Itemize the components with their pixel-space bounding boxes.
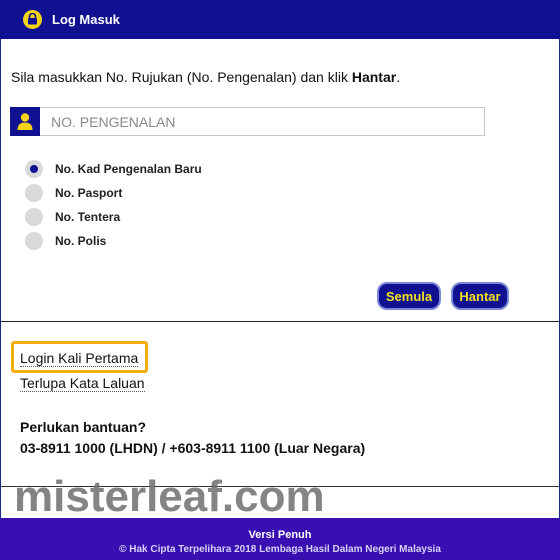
watermark-text: misterleaf.com: [14, 472, 325, 521]
radio-police[interactable]: No. Polis: [25, 232, 245, 256]
help-title: Perlukan bantuan?: [20, 419, 147, 435]
id-number-input[interactable]: [40, 107, 485, 136]
id-type-radio-group: No. Kad Pengenalan Baru No. Pasport No. …: [25, 160, 245, 256]
footer-bar: Versi Penuh © Hak Cipta Terpelihara 2018…: [0, 518, 560, 560]
radio-button-selected[interactable]: [25, 160, 43, 178]
page-title: Log Masuk: [52, 12, 120, 27]
reset-button[interactable]: Semula: [377, 282, 441, 310]
copyright-text: © Hak Cipta Terpelihara 2018 Lembaga Has…: [119, 544, 441, 555]
instruction-text: Sila masukkan No. Rujukan (No. Pengenala…: [11, 69, 401, 85]
first-login-link[interactable]: Login Kali Pertama: [20, 350, 139, 367]
radio-army[interactable]: No. Tentera: [25, 208, 245, 232]
forgot-password-link[interactable]: Terlupa Kata Laluan: [20, 375, 145, 392]
radio-button[interactable]: [25, 184, 43, 202]
section-divider: [0, 321, 560, 322]
submit-button[interactable]: Hantar: [451, 282, 509, 310]
radio-button[interactable]: [25, 232, 43, 250]
header-bar: Log Masuk: [0, 0, 560, 39]
instruction-bold: Hantar: [351, 69, 397, 85]
user-icon: [10, 107, 40, 136]
help-phone: 03-8911 1000 (LHDN) / +603-8911 1100 (Lu…: [20, 440, 366, 456]
radio-new-ic[interactable]: No. Kad Pengenalan Baru: [25, 160, 245, 184]
radio-passport[interactable]: No. Pasport: [25, 184, 245, 208]
full-version-link[interactable]: Versi Penuh: [0, 529, 560, 541]
id-number-field: [10, 107, 485, 136]
lock-icon: [23, 10, 42, 29]
radio-button[interactable]: [25, 208, 43, 226]
